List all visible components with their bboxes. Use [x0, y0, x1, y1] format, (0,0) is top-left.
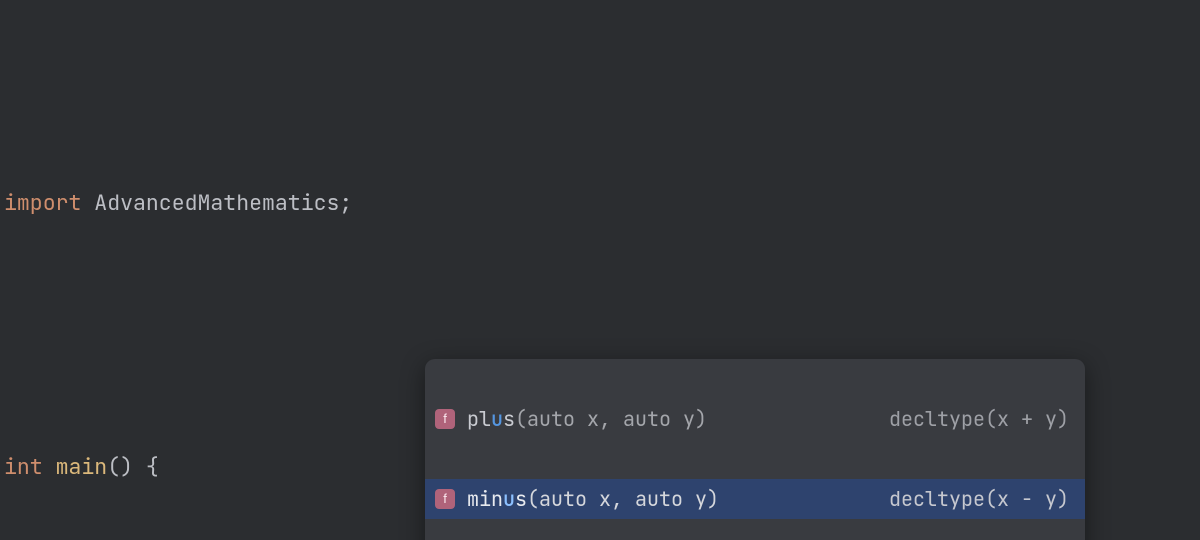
keyword-int: int: [4, 453, 43, 481]
autocomplete-item[interactable]: f plus(auto x, auto y) decltype(x + y): [425, 399, 1085, 439]
return-type: decltype(x + y): [889, 409, 1069, 429]
autocomplete-popup: f plus(auto x, auto y) decltype(x + y) f…: [425, 359, 1085, 540]
function-main: main: [43, 453, 108, 481]
function-icon: f: [435, 489, 455, 509]
function-icon: f: [435, 409, 455, 429]
keyword-import: import: [4, 189, 81, 217]
code-line: import AdvancedMathematics;: [4, 181, 1200, 225]
code-line: [4, 313, 1200, 357]
code-editor[interactable]: import AdvancedMathematics; int main() {…: [0, 0, 1200, 540]
autocomplete-item-selected[interactable]: f minus(auto x, auto y) decltype(x - y): [425, 479, 1085, 519]
return-type: decltype(x - y): [889, 489, 1069, 509]
